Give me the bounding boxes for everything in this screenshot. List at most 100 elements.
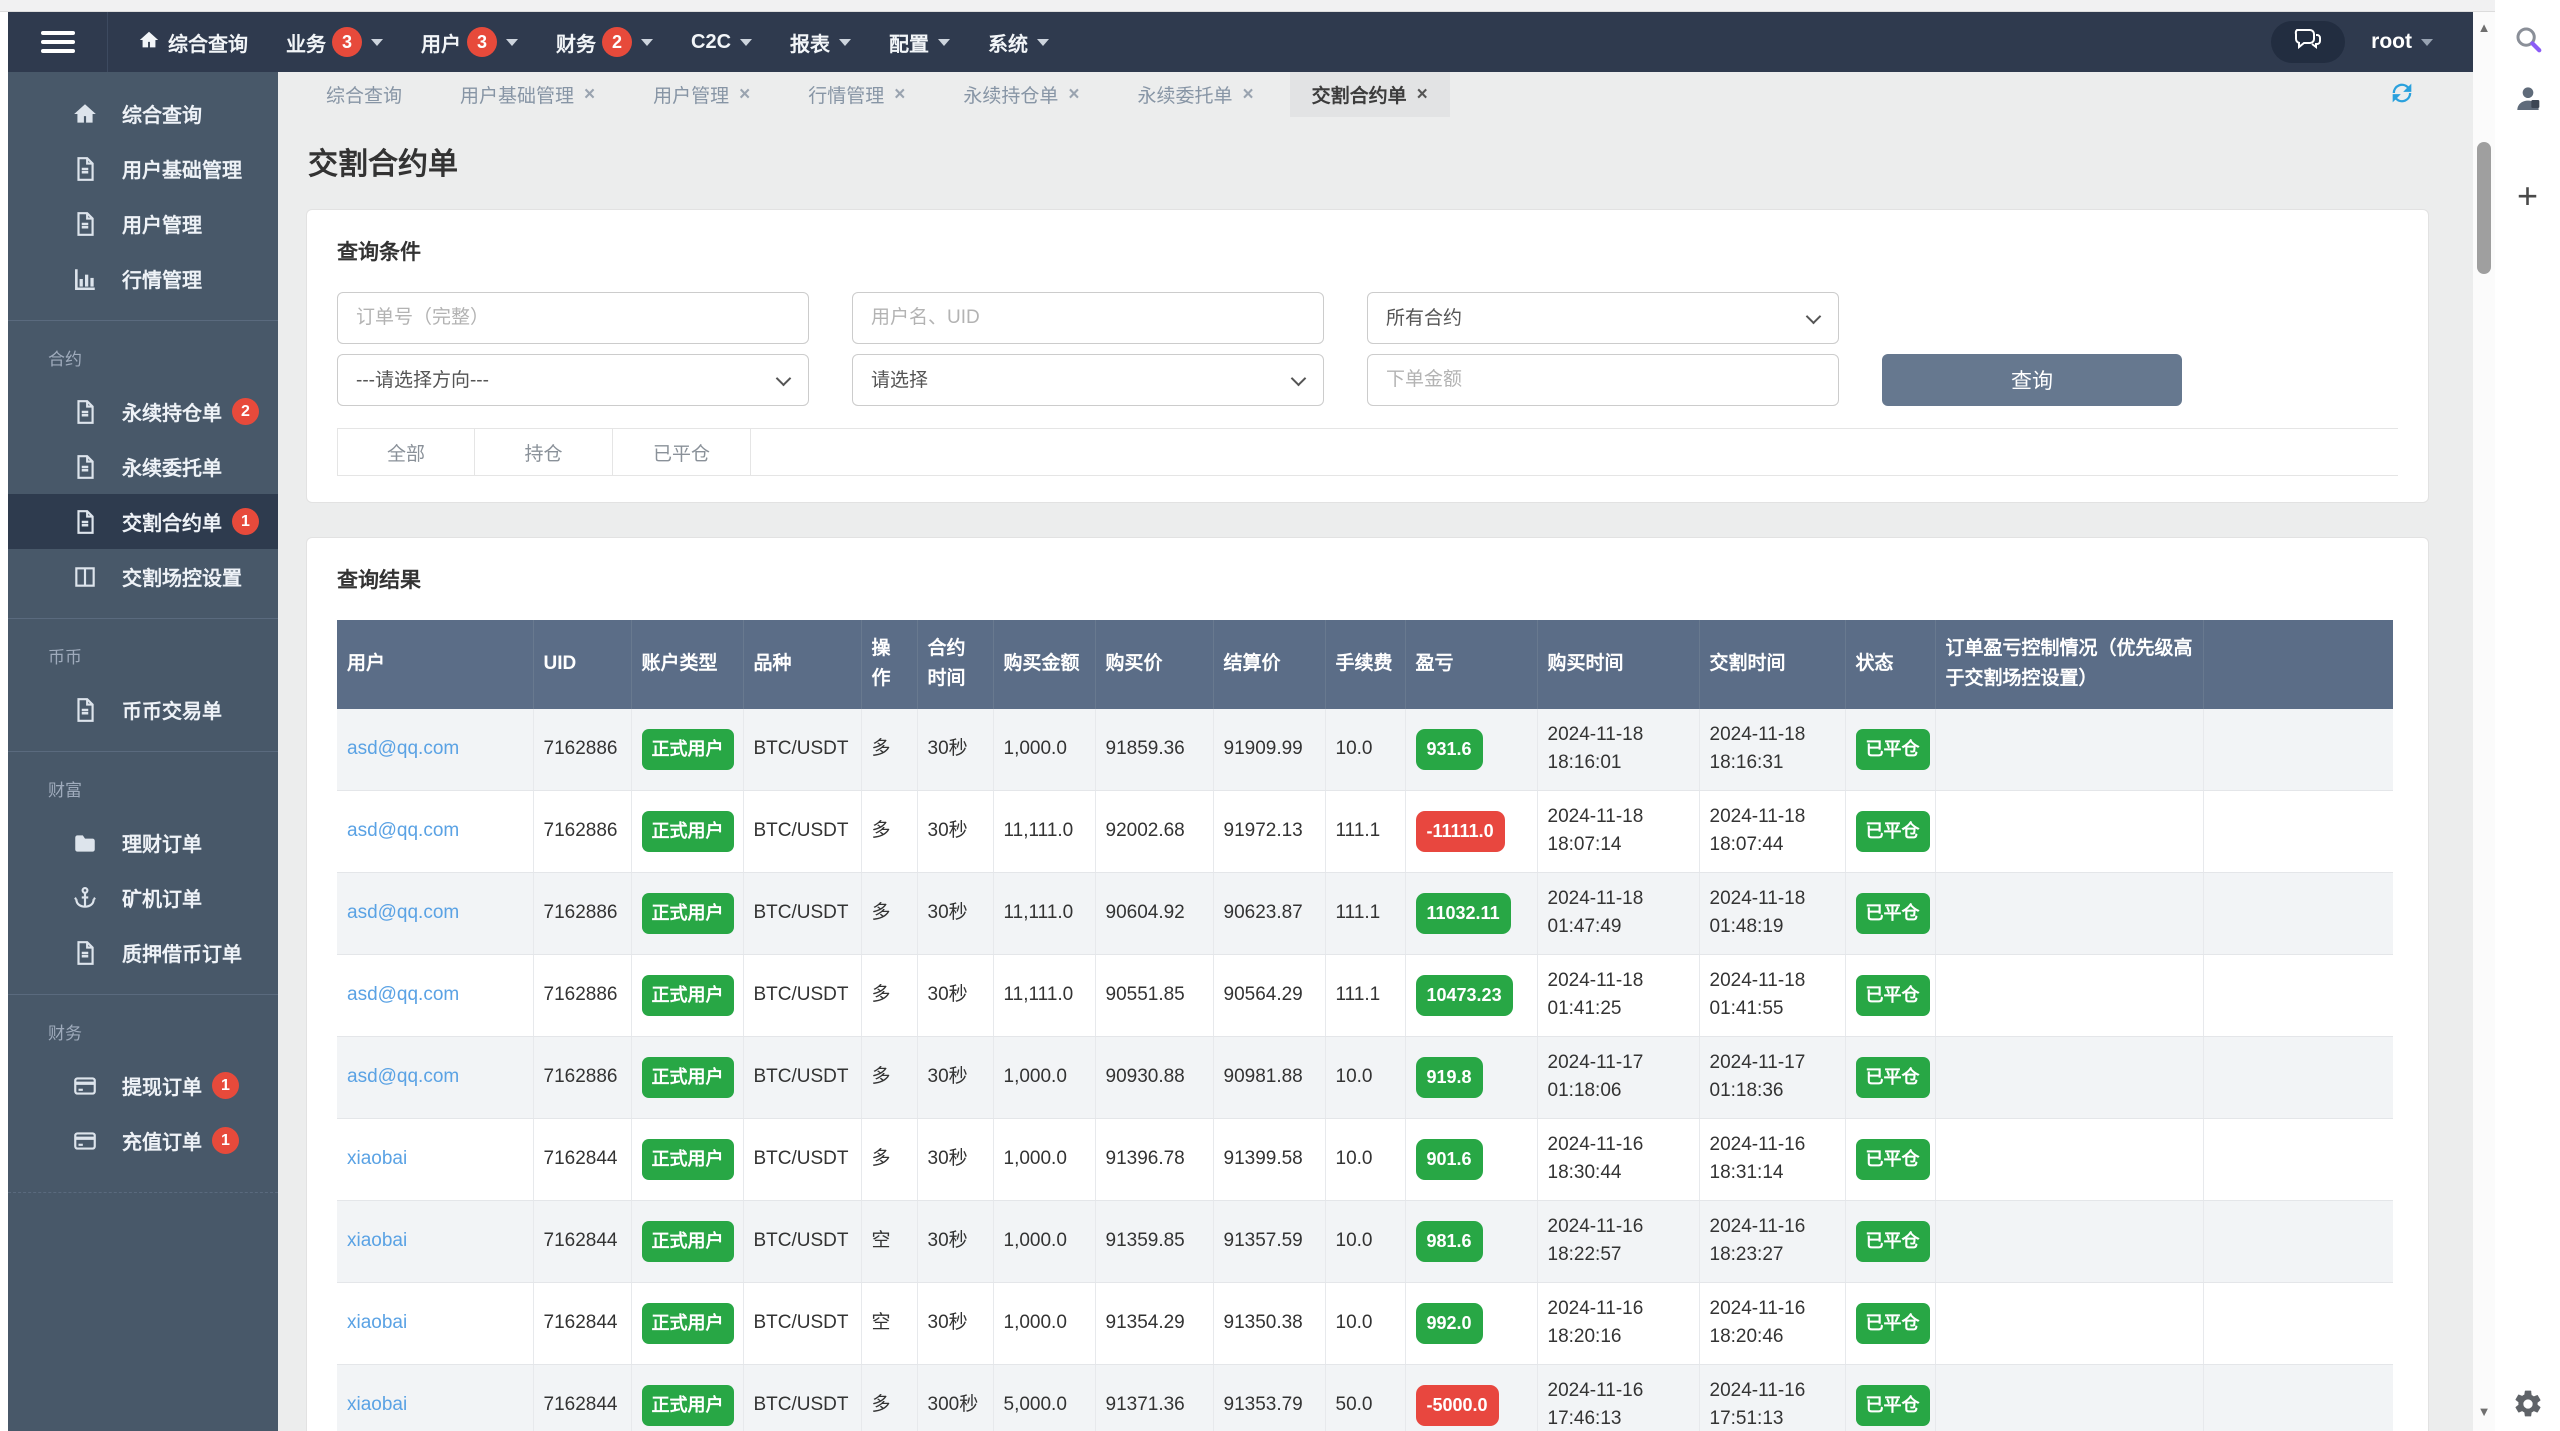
nav-item-config[interactable]: 配置 [889, 28, 951, 57]
nav-item-reports[interactable]: 报表 [790, 28, 852, 57]
add-icon[interactable]: + [2495, 178, 2560, 214]
user-link[interactable]: xiaobai [347, 1148, 407, 1169]
user-link[interactable]: asd@qq.com [347, 738, 459, 759]
close-icon[interactable]: × [1417, 84, 1428, 106]
close-icon[interactable]: × [739, 84, 750, 106]
account-type-badge: 正式用户 [641, 974, 734, 1016]
user-link[interactable]: asd@qq.com [347, 1066, 459, 1087]
user-name: root [2371, 30, 2412, 53]
menu-toggle-button[interactable] [8, 12, 108, 72]
tab-综合查询[interactable]: 综合查询 [304, 72, 424, 117]
cell-buy-time: 2024-11-16 17:46:13 [1537, 1364, 1700, 1431]
direction-select[interactable]: ---请选择方向--- [337, 354, 809, 406]
user-link[interactable]: xiaobai [347, 1312, 407, 1333]
cell-status: 已平仓 [1845, 1036, 1936, 1119]
tab-永续委托单[interactable]: 永续委托单 × [1116, 72, 1276, 117]
nav-item-finance[interactable]: 财务 2 [556, 27, 653, 57]
file-icon [70, 399, 100, 425]
nav-item-summary[interactable]: 综合查询 [138, 28, 248, 57]
cell-settle-price: 91909.99 [1213, 708, 1326, 791]
page-scrollbar[interactable]: ▲ ▼ [2473, 12, 2495, 1431]
status-select[interactable]: 请选择 [852, 354, 1324, 406]
filter-已平仓[interactable]: 已平仓 [613, 429, 751, 475]
nav-item-label: 配置 [889, 33, 930, 56]
cell-status: 已平仓 [1845, 1118, 1936, 1201]
sidebar-item-wealth-orders[interactable]: 理财订单 [8, 815, 278, 870]
user-link[interactable]: xiaobai [347, 1394, 407, 1415]
account-type-badge: 正式用户 [641, 1220, 734, 1262]
settings-gear-icon[interactable] [2495, 1388, 2560, 1420]
sidebar-item-perp-orders[interactable]: 永续委托单 [8, 439, 278, 494]
cell-status: 已平仓 [1845, 790, 1936, 873]
cell-duration: 30秒 [917, 1282, 994, 1365]
user-link[interactable]: xiaobai [347, 1230, 407, 1251]
tab-用户基础管理[interactable]: 用户基础管理 × [438, 72, 617, 117]
filter-全部[interactable]: 全部 [337, 429, 475, 475]
sidebar-item-user-mgmt[interactable]: 用户管理 [8, 196, 278, 251]
cell-user: asd@qq.com [337, 954, 534, 1037]
cell-fee: 10.0 [1325, 1036, 1406, 1119]
sidebar-item-delivery-control[interactable]: 交割场控设置 [8, 549, 278, 604]
pnl-badge: 901.6 [1415, 1138, 1483, 1180]
account-type-badge: 正式用户 [641, 1384, 734, 1426]
cell-buy-price: 92002.68 [1095, 790, 1214, 873]
cell-account-type: 正式用户 [631, 790, 744, 873]
sidebar-item-perp-positions[interactable]: 永续持仓单 2 [8, 384, 278, 439]
nav-item-users[interactable]: 用户 3 [421, 27, 518, 57]
username-uid-input[interactable] [852, 292, 1324, 344]
order-no-input[interactable] [337, 292, 809, 344]
user-menu[interactable]: root [2371, 30, 2433, 54]
sidebar-item-deposit-orders[interactable]: 充值订单 1 [8, 1113, 278, 1168]
page-title: 交割合约单 [308, 148, 458, 181]
filter-持仓[interactable]: 持仓 [475, 429, 613, 475]
navbar-menu: 综合查询 业务 3 用户 3 财务 2 C2C 报表 配置 系统 [138, 27, 1087, 57]
sidebar-group-label: 财富 [48, 781, 82, 800]
sidebar-item-summary[interactable]: 综合查询 [8, 86, 278, 141]
profile-icon[interactable] [2495, 82, 2560, 114]
scrollbar-thumb[interactable] [2477, 142, 2491, 274]
scroll-up-arrow[interactable]: ▲ [2473, 20, 2495, 35]
sidebar-item-miner-orders[interactable]: 矿机订单 [8, 870, 278, 925]
direction-field-wrap: ---请选择方向--- [337, 354, 809, 406]
order-amount-input[interactable] [1367, 354, 1839, 406]
nav-item-business[interactable]: 业务 3 [286, 27, 383, 57]
scroll-down-arrow[interactable]: ▼ [2473, 1404, 2495, 1419]
tab-label: 行情管理 [808, 86, 885, 107]
tab-用户管理[interactable]: 用户管理 × [631, 72, 772, 117]
cell-status: 已平仓 [1845, 872, 1936, 955]
search-button[interactable]: 查询 [1882, 354, 2182, 406]
position-filter-tabs: 全部 持仓 已平仓 [337, 428, 2398, 476]
sidebar-item-market[interactable]: 行情管理 [8, 251, 278, 306]
tab-label: 综合查询 [326, 86, 403, 107]
cell-amount: 11,111.0 [993, 790, 1096, 873]
user-link[interactable]: asd@qq.com [347, 984, 459, 1005]
sidebar-item-user-base[interactable]: 用户基础管理 [8, 141, 278, 196]
cell-fee: 10.0 [1325, 1200, 1406, 1283]
tab-交割合约单[interactable]: 交割合约单 × [1289, 72, 1450, 117]
notification-badge: 1 [232, 508, 259, 535]
navbar-right: root [2271, 21, 2433, 63]
nav-item-c2c[interactable]: C2C [691, 31, 753, 54]
sidebar-item-spot-trades[interactable]: 币币交易单 [8, 682, 278, 737]
sidebar-item-withdraw-orders[interactable]: 提现订单 1 [8, 1058, 278, 1113]
close-icon[interactable]: × [1068, 84, 1079, 106]
close-icon[interactable]: × [1243, 84, 1254, 106]
search-icon[interactable] [2495, 24, 2560, 54]
cell-duration: 300秒 [917, 1364, 994, 1431]
contract-select[interactable]: 所有合约 [1367, 292, 1839, 344]
account-type-badge: 正式用户 [641, 1056, 734, 1098]
sidebar-item-label: 矿机订单 [122, 889, 202, 911]
nav-item-system[interactable]: 系统 [988, 28, 1050, 57]
sidebar-item-delivery-contracts[interactable]: 交割合约单 1 [8, 494, 278, 549]
sidebar-item-label: 交割合约单 [122, 513, 222, 535]
user-link[interactable]: asd@qq.com [347, 820, 459, 841]
tab-永续持仓单[interactable]: 永续持仓单 × [941, 72, 1101, 117]
close-icon[interactable]: × [894, 84, 905, 106]
cell-status: 已平仓 [1845, 1282, 1936, 1365]
user-link[interactable]: asd@qq.com [347, 902, 459, 923]
tab-行情管理[interactable]: 行情管理 × [786, 72, 927, 117]
sidebar-item-pledge-orders[interactable]: 质押借币订单 [8, 925, 278, 980]
close-icon[interactable]: × [584, 84, 595, 106]
refresh-button[interactable] [2387, 80, 2417, 110]
chat-button[interactable] [2271, 21, 2346, 63]
